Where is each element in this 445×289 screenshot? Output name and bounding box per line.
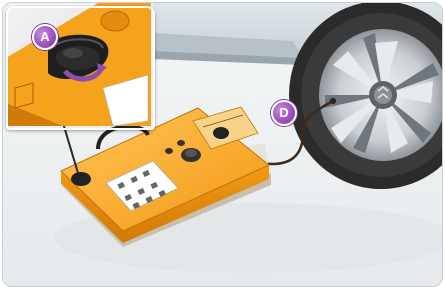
label-a-badge: A xyxy=(32,24,58,50)
label-d-badge: D xyxy=(271,100,297,126)
inset-zoom-panel xyxy=(6,3,151,127)
illustration-frame: A D xyxy=(2,2,443,287)
tyre-repair-kit-illustration xyxy=(6,3,442,273)
